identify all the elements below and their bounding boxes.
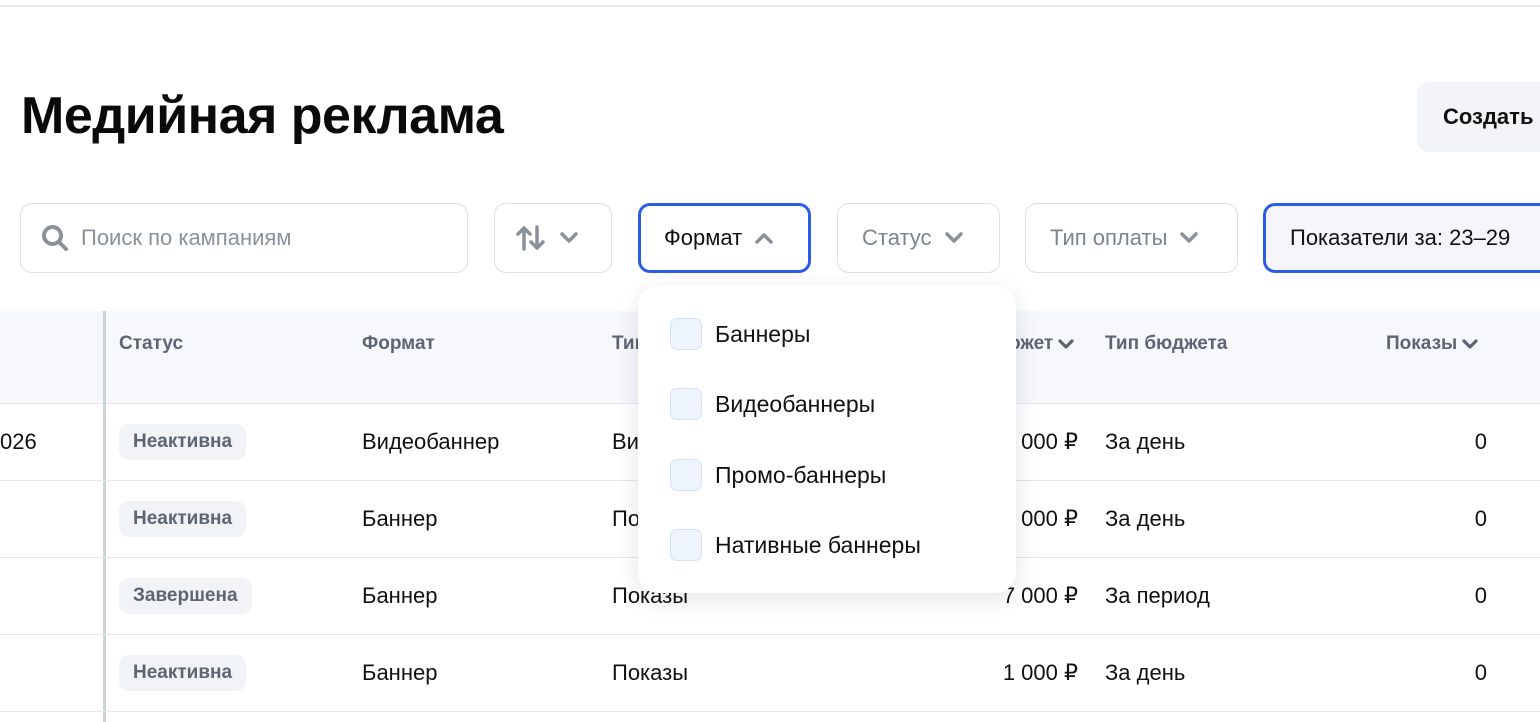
- chevron-down-icon: [944, 231, 964, 245]
- format-option-label: Видеобаннеры: [715, 390, 876, 417]
- format-cell: Баннер: [362, 583, 438, 608]
- column-header-budget-type[interactable]: Тип бюджета: [1105, 333, 1228, 355]
- format-option-label: Промо-баннеры: [715, 461, 887, 488]
- status-badge: Неактивна: [119, 424, 247, 460]
- search-icon: [41, 224, 69, 252]
- format-option-native-banners[interactable]: Нативные баннеры: [670, 529, 921, 561]
- budget-cell: 000 ₽: [1021, 429, 1078, 454]
- checkbox[interactable]: [670, 388, 702, 420]
- format-option-label: Нативные баннеры: [715, 531, 921, 558]
- format-option-video-banners[interactable]: Видеобаннеры: [670, 388, 875, 420]
- format-filter[interactable]: Формат: [638, 203, 811, 273]
- period-selector-label: Показатели за: 23–29: [1290, 225, 1511, 250]
- format-option-promo-banners[interactable]: Промо-баннеры: [670, 459, 886, 491]
- status-filter-label: Статус: [862, 225, 932, 250]
- checkbox[interactable]: [670, 529, 702, 561]
- create-button[interactable]: Создать: [1417, 82, 1540, 152]
- chevron-down-icon: [559, 231, 579, 245]
- status-badge: Неактивна: [119, 655, 247, 691]
- budget-type-cell: За день: [1105, 660, 1186, 685]
- impressions-cell: 0: [1474, 506, 1487, 531]
- date-cell: 026: [0, 429, 37, 454]
- column-header-impressions-label: Показы: [1386, 333, 1458, 354]
- budget-type-cell: За день: [1105, 429, 1186, 454]
- table-row[interactable]: Неактивна Баннер Показы 1 000 ₽ За день …: [0, 635, 1540, 712]
- sort-dropdown[interactable]: [494, 203, 612, 273]
- impressions-cell: 0: [1474, 660, 1487, 685]
- payment-type-filter-label: Тип оплаты: [1050, 225, 1168, 250]
- budget-cell: 1 000 ₽: [1002, 660, 1078, 685]
- type-cell: По: [612, 506, 641, 531]
- format-filter-label: Формат: [664, 225, 743, 250]
- impressions-cell: 0: [1474, 583, 1487, 608]
- column-header-format[interactable]: Формат: [362, 333, 435, 355]
- format-cell: Баннер: [362, 660, 438, 685]
- checkbox[interactable]: [670, 459, 702, 491]
- format-dropdown-menu: Баннеры Видеобаннеры Промо-баннеры Натив…: [638, 286, 1016, 593]
- chevron-down-icon: [1179, 231, 1199, 245]
- impressions-cell: 0: [1474, 429, 1487, 454]
- column-header-budget[interactable]: ожет: [1009, 333, 1075, 355]
- budget-cell: 000 ₽: [1021, 506, 1078, 531]
- search-input[interactable]: [81, 225, 441, 251]
- page-title: Медийная реклама: [21, 87, 504, 145]
- status-badge: Неактивна: [119, 501, 247, 537]
- chevron-up-icon: [754, 231, 774, 245]
- budget-cell: 7 000 ₽: [1002, 583, 1078, 608]
- format-cell: Баннер: [362, 506, 438, 531]
- column-header-impressions[interactable]: Показы: [1386, 333, 1479, 355]
- budget-type-cell: За период: [1105, 583, 1210, 608]
- search-field[interactable]: [20, 203, 468, 273]
- type-cell: Показы: [612, 660, 689, 685]
- period-selector[interactable]: Показатели за: 23–29: [1263, 203, 1540, 273]
- status-badge: Завершена: [119, 578, 252, 614]
- format-option-label: Баннеры: [715, 320, 811, 347]
- checkbox[interactable]: [670, 318, 702, 350]
- payment-type-filter[interactable]: Тип оплаты: [1025, 203, 1238, 273]
- type-cell: Ви: [612, 429, 639, 454]
- sort-arrows-icon: [515, 224, 547, 252]
- column-header-status[interactable]: Статус: [119, 333, 183, 355]
- format-cell: Видеобаннер: [362, 429, 500, 454]
- status-filter[interactable]: Статус: [837, 203, 1000, 273]
- chevron-down-icon: [1461, 338, 1479, 350]
- format-option-banners[interactable]: Баннеры: [670, 318, 810, 350]
- top-border: [0, 5, 1540, 7]
- budget-type-cell: За день: [1105, 506, 1186, 531]
- chevron-down-icon: [1057, 338, 1075, 350]
